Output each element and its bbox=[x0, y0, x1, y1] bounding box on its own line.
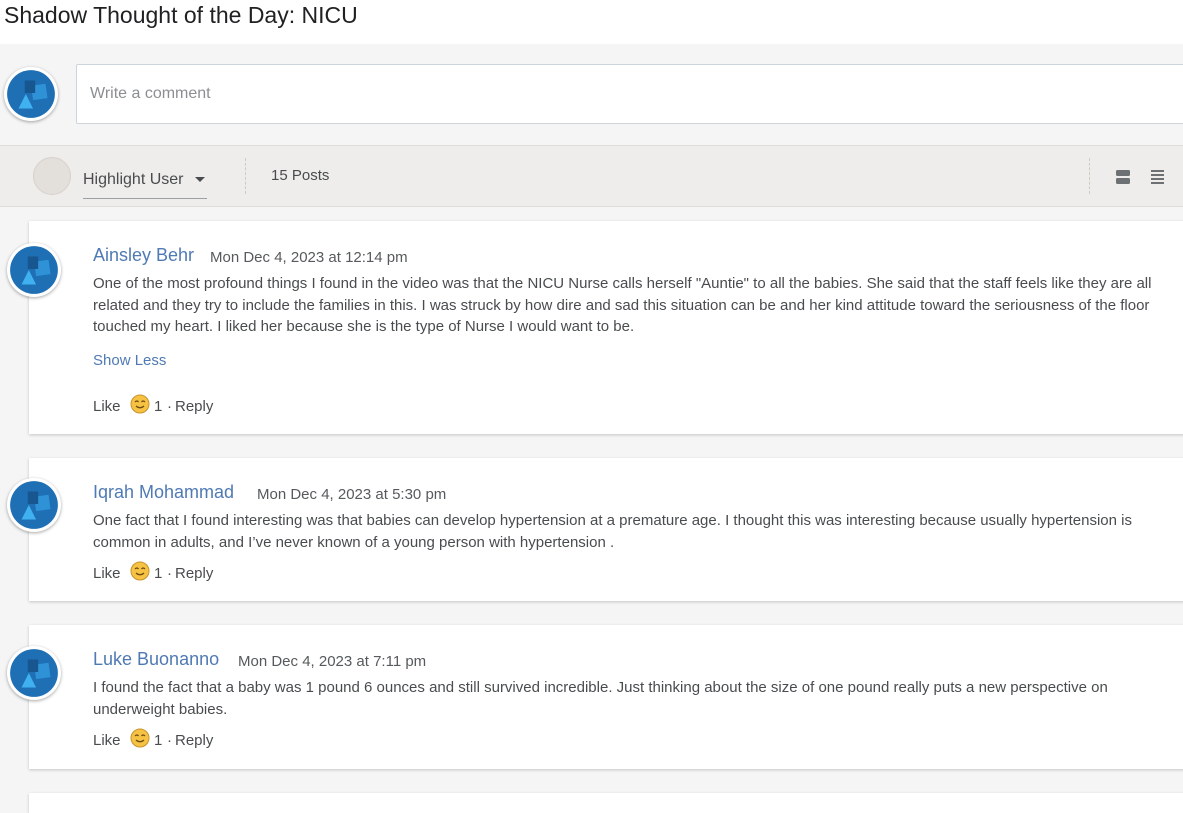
card-view-icon[interactable] bbox=[1115, 169, 1133, 185]
reply-button[interactable]: Reply bbox=[175, 565, 213, 582]
smiley-reaction-icon[interactable] bbox=[130, 561, 150, 581]
post-author-avatar[interactable] bbox=[7, 646, 61, 700]
chevron-down-icon bbox=[195, 177, 205, 182]
action-separator: · bbox=[167, 732, 172, 749]
post-author-avatar[interactable] bbox=[7, 243, 61, 297]
highlight-user-dropdown[interactable]: Highlight User bbox=[83, 162, 207, 199]
current-user-avatar bbox=[4, 67, 58, 121]
posts-count: 15 Posts bbox=[271, 167, 330, 184]
post-card: Ainsley Behr Mon Dec 4, 2023 at 12:14 pm… bbox=[7, 221, 1183, 434]
post-card bbox=[29, 793, 1183, 813]
toolbar-divider bbox=[245, 158, 246, 194]
post-date: Mon Dec 4, 2023 at 5:30 pm bbox=[257, 486, 447, 503]
toolbar-divider bbox=[1089, 158, 1090, 194]
reaction-count: 1 bbox=[154, 398, 163, 415]
post-date: Mon Dec 4, 2023 at 7:11 pm bbox=[238, 653, 427, 670]
highlight-user-avatar bbox=[33, 157, 71, 195]
avatar-placeholder-icon bbox=[7, 70, 55, 118]
post-body: I found the fact that a baby was 1 pound… bbox=[93, 679, 1108, 718]
post-card: Iqrah Mohammad Mon Dec 4, 2023 at 5:30 p… bbox=[7, 458, 1183, 601]
avatar-placeholder-icon bbox=[10, 246, 58, 294]
highlight-user-label: Highlight User bbox=[83, 171, 184, 188]
list-view-icon[interactable] bbox=[1150, 169, 1168, 185]
action-separator: · bbox=[167, 565, 172, 582]
reaction-count: 1 bbox=[154, 565, 163, 582]
smiley-reaction-icon[interactable] bbox=[130, 728, 150, 748]
post-card: Luke Buonanno Mon Dec 4, 2023 at 7:11 pm… bbox=[7, 625, 1183, 769]
avatar-placeholder-icon bbox=[10, 649, 58, 697]
post-author-name[interactable]: Iqrah Mohammad bbox=[93, 482, 234, 503]
reply-button[interactable]: Reply bbox=[175, 398, 213, 415]
title-bar: Shadow Thought of the Day: NICU bbox=[0, 0, 1183, 44]
reaction-count: 1 bbox=[154, 732, 163, 749]
smiley-reaction-icon[interactable] bbox=[130, 394, 150, 414]
like-button[interactable]: Like bbox=[93, 398, 121, 415]
post-date: Mon Dec 4, 2023 at 12:14 pm bbox=[210, 249, 408, 266]
post-author-avatar[interactable] bbox=[7, 478, 61, 532]
like-button[interactable]: Like bbox=[93, 732, 121, 749]
avatar-placeholder-icon bbox=[10, 481, 58, 529]
reply-button[interactable]: Reply bbox=[175, 732, 213, 749]
like-button[interactable]: Like bbox=[93, 565, 121, 582]
comment-input[interactable] bbox=[76, 64, 1183, 124]
post-body: One of the most profound things I found … bbox=[93, 275, 1152, 335]
show-less-link[interactable]: Show Less bbox=[93, 352, 166, 369]
posts-toolbar: Highlight User 15 Posts bbox=[0, 145, 1183, 207]
action-separator: · bbox=[167, 398, 172, 415]
post-author-name[interactable]: Ainsley Behr bbox=[93, 245, 194, 266]
post-author-name[interactable]: Luke Buonanno bbox=[93, 649, 219, 670]
post-body: One fact that I found interesting was th… bbox=[93, 512, 1132, 551]
page-title: Shadow Thought of the Day: NICU bbox=[4, 2, 358, 28]
